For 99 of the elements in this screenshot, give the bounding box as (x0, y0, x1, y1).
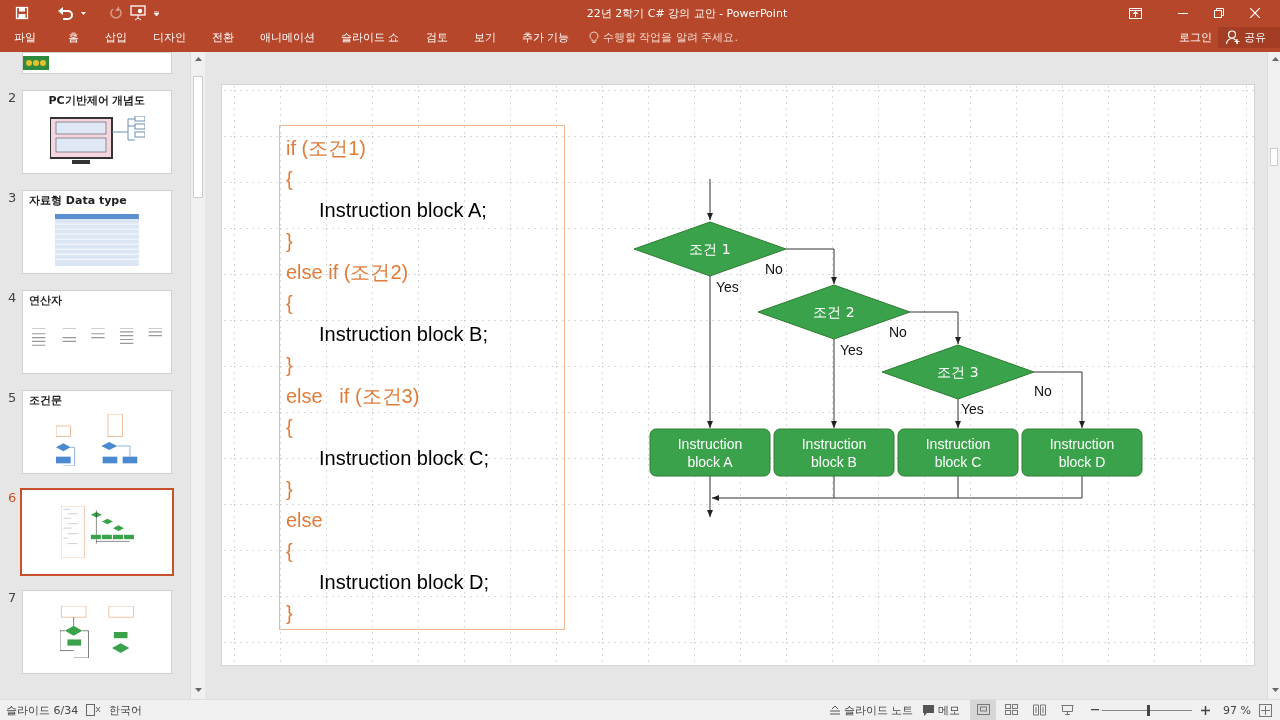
branch-label: No (889, 324, 907, 340)
branch-label: Yes (716, 279, 739, 295)
save-icon[interactable] (15, 6, 29, 20)
ribbon-tab[interactable]: 디자인 (153, 29, 186, 45)
ribbon-display-icon[interactable] (1129, 7, 1142, 19)
scroll-down-icon[interactable] (195, 687, 202, 693)
view-icon (1032, 704, 1046, 716)
zoom-level[interactable]: 97 % (1223, 703, 1251, 717)
restore-icon[interactable] (1214, 8, 1224, 18)
customize-caret-icon[interactable] (154, 10, 159, 16)
code-line: else (286, 508, 323, 533)
slide-number: 2 (7, 90, 18, 107)
slide-number: 6 (7, 490, 18, 507)
slide-thumbnail[interactable]: 연산자 (22, 290, 172, 374)
zoom-slider-thumb[interactable] (1146, 704, 1150, 716)
branch-label: Yes (840, 342, 863, 358)
code-line: { (286, 539, 293, 564)
code-line: } (286, 601, 293, 626)
branch-label: No (1034, 383, 1052, 399)
minus-icon (1091, 709, 1100, 711)
connector-arrow (955, 398, 961, 429)
thumbnail-title: 조건문 (29, 394, 62, 407)
language-label[interactable]: 한국어 (109, 702, 143, 718)
notes-icon (829, 705, 840, 715)
scroll-thumb[interactable] (1270, 148, 1278, 166)
code-line: { (286, 415, 293, 440)
slide-thumbnail[interactable]: 조건문 (22, 390, 172, 474)
ribbon-tab[interactable]: 삽입 (105, 29, 127, 45)
ribbon-tab[interactable]: 검토 (425, 29, 448, 45)
caret-icon[interactable] (81, 11, 86, 15)
ribbon-tab[interactable]: 파일 (14, 29, 36, 45)
connector-arrow (707, 178, 713, 221)
ribbon-tab[interactable]: 추가 기능 (521, 29, 569, 45)
thumbnail-title: 자료형 Data type (29, 194, 127, 207)
slide-thumbnail[interactable]: 자료형 Data type (22, 190, 172, 274)
branch-label: Yes (961, 401, 984, 417)
slide-number: 7 (7, 590, 18, 607)
share-button[interactable]: 공유 (1218, 26, 1280, 48)
scroll-down-icon[interactable] (1272, 687, 1279, 693)
code-line: { (286, 291, 293, 316)
branch-label: No (765, 261, 783, 277)
ribbon-tab[interactable]: 홈 (68, 29, 79, 45)
code-line: else if (조건2) (286, 260, 409, 285)
fit-slide-icon[interactable] (1259, 703, 1272, 717)
slide-counter: 슬라이드 6/34 (6, 702, 79, 718)
person-icon (1226, 30, 1240, 44)
scrollbar[interactable] (1267, 52, 1280, 699)
code-line: if (조건1) (286, 136, 366, 161)
ribbon-tab[interactable]: 애니메이션 (260, 29, 315, 45)
slide-thumbnail[interactable]: PC기반제어 개념도 (22, 90, 172, 174)
connector-arrow (909, 311, 961, 345)
slide-thumbnail[interactable] (20, 488, 174, 576)
scroll-up-icon[interactable] (195, 56, 202, 62)
process-box: Instruction block A (649, 428, 771, 477)
notes-button[interactable]: 슬라이드 노트 (829, 702, 914, 718)
comments-button[interactable]: 메모 (923, 702, 961, 718)
plus-icon (1201, 705, 1211, 715)
comment-icon (923, 704, 935, 716)
process-box: Instruction block D (1021, 428, 1143, 477)
lightbulb-icon (589, 30, 599, 44)
spellcheck-icon[interactable] (86, 704, 102, 716)
thumbnail-title: PC기반제어 개념도 (48, 94, 146, 107)
view-icon (1060, 704, 1074, 716)
close-icon[interactable] (1250, 8, 1260, 18)
process-box: Instruction block C (897, 428, 1019, 477)
presentation-icon[interactable] (130, 5, 146, 21)
login-link[interactable]: 로그인 (1179, 29, 1212, 45)
view-icon (976, 704, 990, 716)
scroll-up-icon[interactable] (1272, 56, 1279, 62)
decision-diamond: 조건 3 (881, 344, 1035, 400)
tell-me-search[interactable]: 수행할 작업을 알려 주세요. (589, 29, 738, 45)
code-line: Instruction block C; (319, 446, 490, 471)
window-title: 22년 2학기 C# 강의 교안 - PowerPoint (585, 5, 789, 21)
ribbon-tab[interactable]: 보기 (473, 29, 496, 45)
minimize-icon[interactable] (1178, 12, 1188, 14)
connector-arrow (785, 248, 837, 285)
slide-number: 3 (7, 190, 18, 207)
code-line: else if (조건3) (286, 384, 420, 409)
code-line: } (286, 353, 293, 378)
slide-number: 5 (7, 390, 18, 407)
scroll-thumb[interactable] (193, 76, 203, 198)
code-line: Instruction block D; (319, 570, 490, 595)
code-line: Instruction block A; (319, 198, 487, 223)
process-box: Instruction block B (773, 428, 895, 477)
view-icon (1004, 704, 1018, 716)
slide-number: 4 (7, 290, 18, 307)
thumbnail-title: 연산자 (29, 294, 62, 307)
ribbon-tab[interactable]: 슬라이드 쇼 (341, 29, 400, 45)
code-line: } (286, 477, 293, 502)
slide-thumbnail-drawing (23, 56, 49, 70)
undo-icon[interactable] (57, 6, 73, 20)
connector-arrow (707, 475, 713, 518)
scrollbar[interactable] (190, 52, 205, 699)
ribbon-tab[interactable]: 전환 (212, 29, 234, 45)
connector-arrow (1033, 371, 1085, 429)
code-line: } (286, 229, 293, 254)
view-button[interactable] (970, 700, 997, 720)
code-line: { (286, 167, 293, 192)
code-line: Instruction block B; (319, 322, 488, 347)
